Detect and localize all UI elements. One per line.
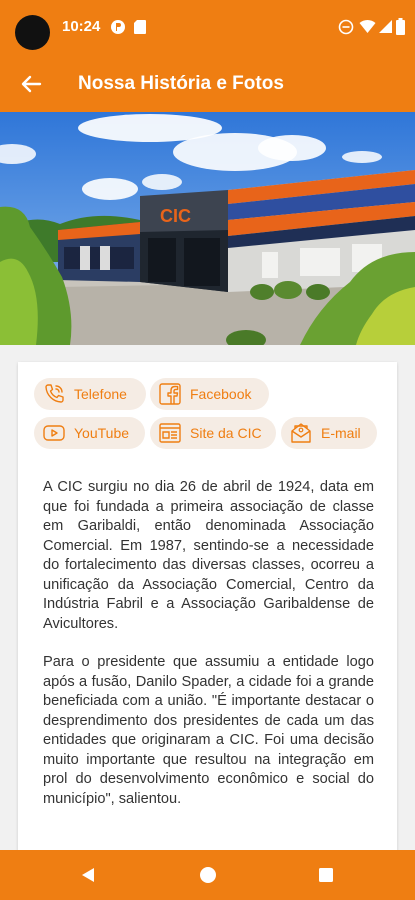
nav-home-icon[interactable] — [199, 866, 217, 884]
wifi-icon — [359, 19, 376, 33]
phone-label: Telefone — [74, 386, 127, 402]
system-navigation-bar — [0, 850, 415, 900]
building-photo: CIC — [0, 112, 415, 345]
website-label: Site da CIC — [190, 425, 262, 441]
signal-icon — [379, 20, 392, 33]
email-icon — [291, 423, 311, 443]
facebook-label: Facebook — [190, 386, 252, 402]
email-button[interactable]: E-mail — [281, 417, 377, 449]
hero-photo: CIC — [0, 112, 415, 345]
phone-button[interactable]: Telefone — [34, 378, 146, 410]
history-text: A CIC surgiu no dia 26 de abril de 1924,… — [43, 478, 374, 828]
website-icon — [159, 423, 181, 443]
app-bar: Nossa História e Fotos — [0, 56, 415, 112]
email-label: E-mail — [321, 425, 361, 441]
phone-icon — [45, 384, 64, 403]
youtube-icon — [43, 425, 65, 441]
facebook-button[interactable]: Facebook — [150, 378, 269, 410]
status-time: 10:24 — [62, 18, 101, 35]
do-not-disturb-icon — [338, 19, 354, 35]
youtube-button[interactable]: YouTube — [34, 417, 145, 449]
facebook-icon — [159, 383, 181, 405]
sign-text: CIC — [160, 206, 191, 226]
status-bar: 10:24 — [0, 0, 415, 56]
battery-icon — [396, 18, 405, 35]
website-button[interactable]: Site da CIC — [150, 417, 276, 449]
sd-card-icon — [134, 20, 146, 34]
nav-recents-icon[interactable] — [318, 867, 334, 883]
nav-back-icon[interactable] — [79, 866, 97, 884]
arrow-back-icon[interactable] — [15, 68, 47, 100]
page-title: Nossa História e Fotos — [78, 73, 284, 94]
history-card: Telefone Facebook YouTube Site da CIC E-… — [18, 362, 397, 862]
youtube-label: YouTube — [74, 425, 130, 441]
notification-icon — [111, 20, 125, 34]
history-paragraph-1: A CIC surgiu no dia 26 de abril de 1924,… — [43, 479, 374, 632]
camera-cutout — [15, 15, 50, 50]
history-paragraph-2: Para o presidente que assumiu a entidade… — [43, 654, 374, 807]
